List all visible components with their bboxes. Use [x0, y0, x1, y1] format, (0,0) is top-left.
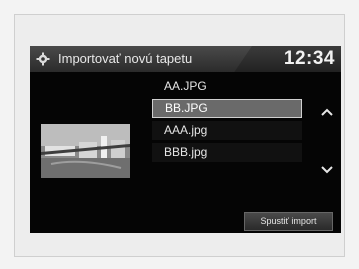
- file-name: BB.JPG: [165, 101, 208, 115]
- start-import-button[interactable]: Spustiť import: [244, 212, 333, 231]
- file-name: AA.JPG: [164, 79, 207, 93]
- file-list-item[interactable]: AA.JPG: [152, 77, 302, 96]
- file-list-item-selected[interactable]: BB.JPG: [152, 99, 302, 118]
- file-list-item[interactable]: BBB.jpg: [152, 143, 302, 162]
- file-list-item[interactable]: AAA.jpg: [152, 121, 302, 140]
- chevron-down-icon[interactable]: [319, 164, 335, 176]
- file-list: AA.JPG BB.JPG AAA.jpg BBB.jpg: [152, 77, 302, 165]
- wallpaper-preview: [41, 124, 130, 178]
- clock: 12:34: [283, 48, 335, 69]
- header-bar: Importovať novú tapetu 12:34: [30, 46, 341, 72]
- file-name: AAA.jpg: [164, 123, 208, 137]
- page-title: Importovať novú tapetu: [58, 51, 193, 66]
- file-name: BBB.jpg: [164, 145, 208, 159]
- chevron-up-icon[interactable]: [319, 106, 335, 118]
- display-screen: Importovať novú tapetu 12:34 AA.JPG BB.J…: [30, 46, 341, 233]
- gear-icon[interactable]: [36, 52, 50, 66]
- bridge-preview-image: [41, 124, 130, 178]
